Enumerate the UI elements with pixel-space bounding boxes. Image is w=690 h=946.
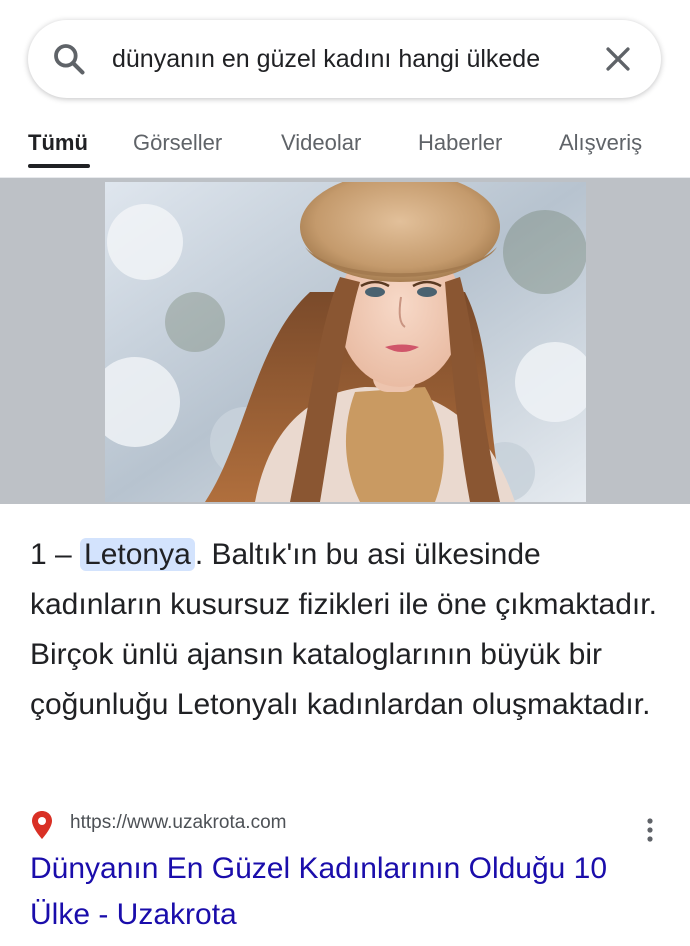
tab-videos[interactable]: Videolar: [281, 118, 361, 168]
woman-portrait-image: [105, 182, 586, 502]
tab-all[interactable]: Tümü: [28, 118, 88, 168]
featured-image[interactable]: [105, 182, 586, 502]
source-url[interactable]: https://www.uzakrota.com: [70, 812, 286, 834]
active-tab-indicator: [28, 164, 90, 168]
close-icon[interactable]: [601, 42, 635, 76]
location-pin-icon: [32, 811, 52, 839]
snippet-prefix: 1 –: [30, 538, 81, 571]
source-row: https://www.uzakrota.com: [30, 810, 670, 842]
search-tabs: Tümü Görseller Videolar Haberler Alışver…: [0, 118, 690, 180]
tab-news[interactable]: Haberler: [418, 118, 502, 168]
search-input[interactable]: dünyanın en güzel kadını hangi ülkede: [112, 20, 580, 98]
result-title-link[interactable]: Dünyanın En Güzel Kadınlarının Olduğu 10…: [30, 846, 660, 938]
search-bar[interactable]: dünyanın en güzel kadını hangi ülkede: [28, 20, 661, 98]
search-icon[interactable]: [50, 40, 88, 78]
snippet-highlight: Letonya: [80, 538, 195, 571]
more-vert-icon[interactable]: [638, 816, 662, 844]
tab-shopping[interactable]: Alışveriş: [559, 118, 642, 168]
featured-snippet-text: 1 – Letonya. Baltık'ın bu asi ülkesinde …: [30, 530, 660, 730]
tab-images[interactable]: Görseller: [133, 118, 222, 168]
